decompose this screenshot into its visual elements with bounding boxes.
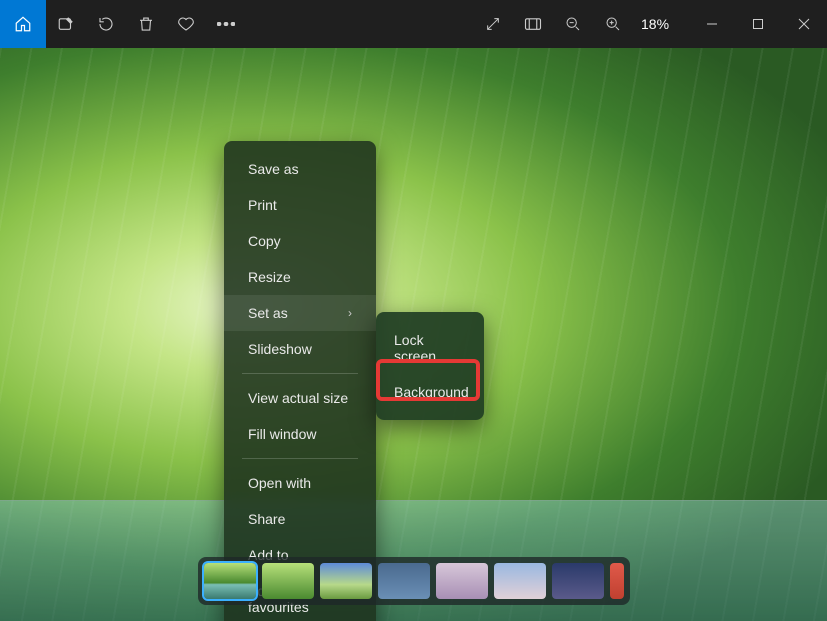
rotate-icon[interactable] bbox=[86, 0, 126, 48]
chevron-right-icon: › bbox=[348, 306, 352, 320]
menu-label: Fill window bbox=[248, 426, 316, 442]
thumbnail[interactable] bbox=[204, 563, 256, 599]
submenu-background[interactable]: Background bbox=[376, 374, 484, 410]
filmstrip[interactable] bbox=[198, 557, 630, 605]
menu-label: Print bbox=[248, 197, 277, 213]
menu-view-actual-size[interactable]: View actual size bbox=[224, 380, 376, 416]
menu-share[interactable]: Share bbox=[224, 501, 376, 537]
menu-label: Open with bbox=[248, 475, 311, 491]
home-button[interactable] bbox=[0, 0, 46, 48]
close-button[interactable] bbox=[781, 8, 827, 40]
context-menu: Save as Print Copy Resize Set as › Slide… bbox=[224, 141, 376, 621]
titlebar: 18% bbox=[0, 0, 827, 48]
favourite-icon[interactable] bbox=[166, 0, 206, 48]
zoom-level-label[interactable]: 18% bbox=[633, 16, 689, 32]
menu-slideshow[interactable]: Slideshow bbox=[224, 331, 376, 367]
submenu-lock-screen[interactable]: Lock screen bbox=[376, 322, 484, 374]
menu-label: Slideshow bbox=[248, 341, 312, 357]
menu-fill-window[interactable]: Fill window bbox=[224, 416, 376, 452]
zoom-in-icon[interactable] bbox=[593, 0, 633, 48]
thumbnail[interactable] bbox=[436, 563, 488, 599]
menu-open-with[interactable]: Open with bbox=[224, 465, 376, 501]
edit-image-icon[interactable] bbox=[46, 0, 86, 48]
menu-label: Resize bbox=[248, 269, 291, 285]
film-strip-icon[interactable] bbox=[513, 0, 553, 48]
menu-print[interactable]: Print bbox=[224, 187, 376, 223]
maximize-button[interactable] bbox=[735, 8, 781, 40]
minimize-button[interactable] bbox=[689, 8, 735, 40]
zoom-out-icon[interactable] bbox=[553, 0, 593, 48]
menu-label: Set as bbox=[248, 305, 288, 321]
delete-icon[interactable] bbox=[126, 0, 166, 48]
image-viewer[interactable]: Save as Print Copy Resize Set as › Slide… bbox=[0, 48, 827, 621]
thumbnail[interactable] bbox=[378, 563, 430, 599]
menu-label: Copy bbox=[248, 233, 281, 249]
menu-set-as[interactable]: Set as › bbox=[224, 295, 376, 331]
menu-separator bbox=[242, 458, 358, 459]
thumbnail[interactable] bbox=[552, 563, 604, 599]
menu-label: Save as bbox=[248, 161, 299, 177]
menu-label: Lock screen bbox=[394, 332, 436, 364]
menu-copy[interactable]: Copy bbox=[224, 223, 376, 259]
menu-save-as[interactable]: Save as bbox=[224, 151, 376, 187]
menu-resize[interactable]: Resize bbox=[224, 259, 376, 295]
thumbnail[interactable] bbox=[494, 563, 546, 599]
menu-separator bbox=[242, 373, 358, 374]
set-as-submenu: Lock screen Background bbox=[376, 312, 484, 420]
thumbnail[interactable] bbox=[320, 563, 372, 599]
thumbnail[interactable] bbox=[610, 563, 624, 599]
fullscreen-icon[interactable] bbox=[473, 0, 513, 48]
more-icon[interactable] bbox=[206, 0, 246, 48]
menu-label: Share bbox=[248, 511, 285, 527]
thumbnail[interactable] bbox=[262, 563, 314, 599]
menu-label: View actual size bbox=[248, 390, 348, 406]
menu-label: Background bbox=[394, 384, 469, 400]
